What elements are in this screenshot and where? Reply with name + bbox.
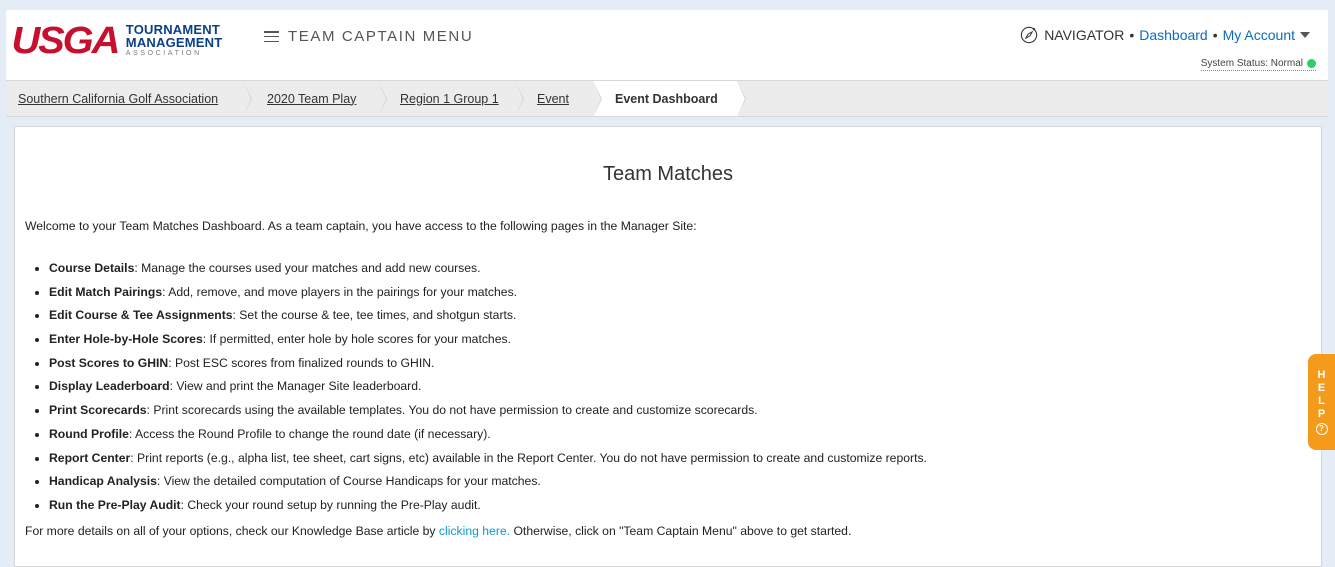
caret-down-icon[interactable] [1300,32,1310,38]
list-item: Handicap Analysis: View the detailed com… [35,474,927,498]
nav-separator: • [1212,27,1218,43]
system-status-label: System Status: Normal [1200,58,1303,69]
status-indicator-icon [1307,59,1316,68]
breadcrumb-item-event[interactable]: Event [515,81,602,117]
header: USGA TOURNAMENT MANAGEMENT ASSOCIATION T… [6,10,1328,80]
compass-icon [1020,26,1038,44]
hamburger-icon [264,31,279,42]
page-title: Team Matches [602,163,734,185]
list-item: Post Scores to GHIN: Post ESC scores fro… [35,356,927,380]
help-tab[interactable]: H E L P ? [1308,354,1335,450]
knowledge-base-link[interactable]: clicking here. [439,524,510,538]
nav-separator: • [1129,27,1135,43]
list-item: Edit Course & Tee Assignments: Set the c… [35,308,927,332]
list-item: Edit Match Pairings: Add, remove, and mo… [35,285,927,309]
logo-subtext: TOURNAMENT MANAGEMENT ASSOCIATION [125,22,223,57]
feature-list: Course Details: Manage the courses used … [35,261,927,522]
list-item: Course Details: Manage the courses used … [35,261,927,285]
team-captain-menu-button[interactable]: TEAM CAPTAIN MENU [264,28,473,45]
breadcrumb: Southern California Golf Association 202… [6,80,1328,117]
breadcrumb-item-season[interactable]: 2020 Team Play [243,81,387,117]
main-content: Team Matches Welcome to your Team Matche… [14,126,1322,567]
navigator-label[interactable]: NAVIGATOR [1044,27,1124,43]
breadcrumb-item-group[interactable]: Region 1 Group 1 [378,81,524,117]
list-item: Enter Hole-by-Hole Scores: If permitted,… [35,332,927,356]
usga-logo[interactable]: USGA TOURNAMENT MANAGEMENT ASSOCIATION [11,20,223,62]
dashboard-link[interactable]: Dashboard [1139,27,1208,43]
my-account-link[interactable]: My Account [1223,27,1295,43]
intro-text: Welcome to your Team Matches Dashboard. … [25,219,697,233]
list-item: Round Profile: Access the Round Profile … [35,427,927,451]
top-navigation: NAVIGATOR • Dashboard • My Account [1020,26,1310,44]
breadcrumb-item-association[interactable]: Southern California Golf Association [6,81,252,117]
question-icon: ? [1315,423,1328,435]
team-captain-menu-label: TEAM CAPTAIN MENU [288,28,474,45]
system-status[interactable]: System Status: Normal [1200,58,1316,71]
list-item: Run the Pre-Play Audit: Check your round… [35,498,927,522]
list-item: Report Center: Print reports (e.g., alph… [35,451,927,475]
outro-text: For more details on all of your options,… [25,524,852,538]
list-item: Print Scorecards: Print scorecards using… [35,403,927,427]
list-item: Display Leaderboard: View and print the … [35,379,927,403]
breadcrumb-item-event-dashboard: Event Dashboard [593,81,746,117]
usga-wordmark: USGA [11,20,120,62]
